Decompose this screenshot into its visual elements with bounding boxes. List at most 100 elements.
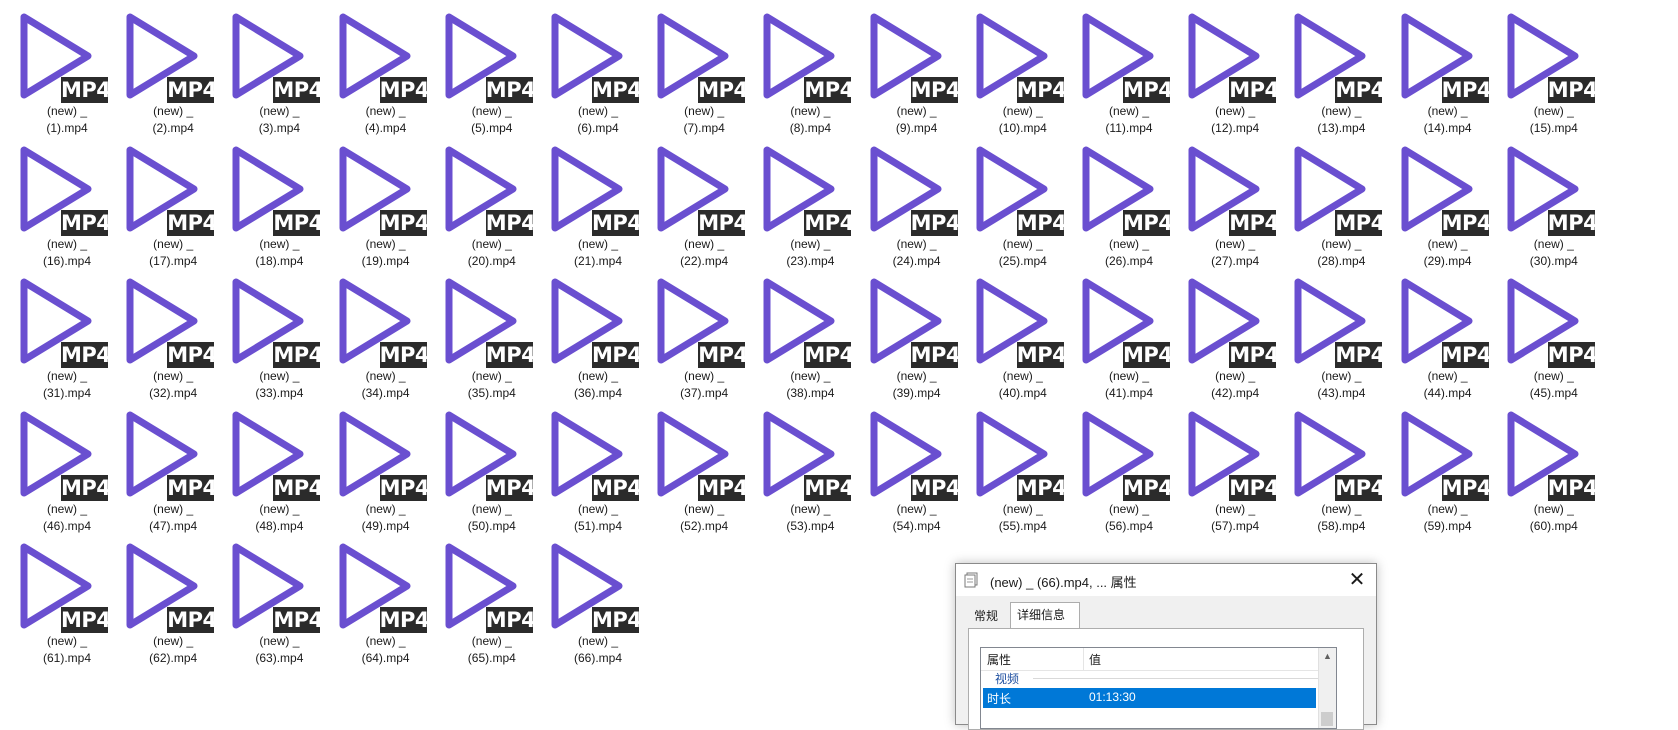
file-item[interactable]: MP4 (new) _ (33).mp4 — [212, 265, 323, 400]
mp4-video-icon: MP4 — [18, 407, 111, 501]
scroll-up-arrow-icon[interactable]: ▲ — [1319, 648, 1336, 665]
file-item[interactable]: MP4 (new) _ (46).mp4 — [0, 398, 111, 533]
file-item[interactable]: MP4 (new) _ (51).mp4 — [531, 398, 642, 533]
file-item[interactable]: MP4 (new) _ (7).mp4 — [637, 0, 748, 135]
file-item[interactable]: MP4 (new) _ (41).mp4 — [1062, 265, 1173, 400]
mp4-video-icon: MP4 — [337, 539, 430, 633]
file-item[interactable]: MP4 (new) _ (32).mp4 — [106, 265, 217, 400]
file-item[interactable]: MP4 (new) _ (57).mp4 — [1168, 398, 1279, 533]
mp4-video-icon: MP4 — [18, 539, 111, 633]
mp4-badge: MP4 — [804, 209, 854, 236]
file-item[interactable]: MP4 (new) _ (3).mp4 — [212, 0, 323, 135]
mp4-badge: MP4 — [1123, 209, 1173, 236]
mp4-badge: MP4 — [1229, 77, 1279, 103]
column-divider[interactable] — [1083, 648, 1084, 670]
file-item[interactable]: MP4 (new) _ (29).mp4 — [1381, 133, 1492, 268]
vertical-scrollbar[interactable]: ▲ — [1318, 648, 1336, 728]
file-item[interactable]: MP4 (new) _ (11).mp4 — [1062, 0, 1173, 135]
file-item[interactable]: MP4 (new) _ (66).mp4 — [531, 530, 642, 665]
mp4-video-icon: MP4 — [124, 539, 217, 633]
mp4-badge: MP4 — [167, 474, 217, 501]
file-item[interactable]: MP4 (new) _ (44).mp4 — [1381, 265, 1492, 400]
file-item[interactable]: MP4 (new) _ (14).mp4 — [1381, 0, 1492, 135]
file-item[interactable]: MP4 (new) _ (56).mp4 — [1062, 398, 1173, 533]
file-item[interactable]: MP4 (new) _ (48).mp4 — [212, 398, 323, 533]
mp4-badge: MP4 — [379, 342, 430, 368]
file-item[interactable]: MP4 (new) _ (21).mp4 — [531, 133, 642, 268]
close-button[interactable]: ✕ — [1342, 566, 1372, 594]
file-item[interactable]: MP4 (new) _ (16).mp4 — [0, 133, 111, 268]
column-header-property[interactable]: 属性 — [987, 651, 1011, 668]
mp4-badge: MP4 — [1123, 77, 1173, 103]
file-item[interactable]: MP4 (new) _ (22).mp4 — [637, 133, 748, 268]
file-item[interactable]: MP4 (new) _ (55).mp4 — [956, 398, 1067, 533]
file-name-line2: (66).mp4 — [573, 651, 623, 665]
file-item[interactable]: MP4 (new) _ (36).mp4 — [531, 265, 642, 400]
file-item[interactable]: MP4 (new) _ (18).mp4 — [212, 133, 323, 268]
file-item[interactable]: MP4 (new) _ (61).mp4 — [0, 530, 111, 665]
file-item[interactable]: MP4 (new) _ (53).mp4 — [743, 398, 854, 533]
file-item[interactable]: MP4 (new) _ (26).mp4 — [1062, 133, 1173, 268]
file-item[interactable]: MP4 (new) _ (30).mp4 — [1487, 133, 1598, 268]
mp4-badge: MP4 — [910, 342, 961, 368]
file-item[interactable]: MP4 (new) _ (64).mp4 — [319, 530, 430, 665]
file-item[interactable]: MP4 (new) _ (37).mp4 — [637, 265, 748, 400]
file-item[interactable]: MP4 (new) _ (60).mp4 — [1487, 398, 1598, 533]
tab-general[interactable]: 常规 — [968, 604, 1010, 628]
file-item[interactable]: MP4 (new) _ (49).mp4 — [319, 398, 430, 533]
file-item[interactable]: MP4 (new) _ (65).mp4 — [425, 530, 536, 665]
file-item[interactable]: MP4 (new) _ (2).mp4 — [106, 0, 217, 135]
file-item[interactable]: MP4 (new) _ (63).mp4 — [212, 530, 323, 665]
file-item[interactable]: MP4 (new) _ (31).mp4 — [0, 265, 111, 400]
file-item[interactable]: MP4 (new) _ (47).mp4 — [106, 398, 217, 533]
file-item[interactable]: MP4 (new) _ (5).mp4 — [425, 0, 536, 135]
file-item[interactable]: MP4 (new) _ (45).mp4 — [1487, 265, 1598, 400]
file-item[interactable]: MP4 (new) _ (43).mp4 — [1274, 265, 1385, 400]
file-name-line2: (60).mp4 — [1529, 518, 1578, 533]
file-item[interactable]: MP4 (new) _ (23).mp4 — [743, 133, 854, 268]
file-item[interactable]: MP4 (new) _ (38).mp4 — [743, 265, 854, 400]
file-item[interactable]: MP4 (new) _ (25).mp4 — [956, 133, 1067, 268]
file-item[interactable]: MP4 (new) _ (27).mp4 — [1168, 133, 1279, 268]
file-item[interactable]: MP4 (new) _ (8).mp4 — [743, 0, 854, 135]
properties-dialog[interactable]: (new) _ (66).mp4, ... 属性 ✕ 常规 详细信息 属性 值 … — [955, 563, 1377, 730]
mp4-video-icon: MP4 — [337, 407, 430, 501]
tab-details[interactable]: 详细信息 — [1010, 602, 1080, 629]
file-item[interactable]: MP4 (new) _ (24).mp4 — [850, 133, 961, 268]
file-item[interactable]: MP4 (new) _ (19).mp4 — [319, 133, 430, 268]
file-item[interactable]: MP4 (new) _ (35).mp4 — [425, 265, 536, 400]
file-item[interactable]: MP4 (new) _ (54).mp4 — [850, 398, 961, 533]
file-item[interactable]: MP4 (new) _ (13).mp4 — [1274, 0, 1385, 135]
file-item[interactable]: MP4 (new) _ (17).mp4 — [106, 133, 217, 268]
mp4-video-icon: MP4 — [1505, 9, 1598, 103]
scroll-thumb[interactable] — [1321, 712, 1333, 726]
file-item[interactable]: MP4 (new) _ (39).mp4 — [850, 265, 961, 400]
file-item[interactable]: MP4 (new) _ (12).mp4 — [1168, 0, 1279, 135]
file-item[interactable]: MP4 (new) _ (9).mp4 — [850, 0, 961, 135]
mp4-badge: MP4 — [1335, 77, 1385, 103]
mp4-badge: MP4 — [1016, 77, 1067, 103]
mp4-video-icon: MP4 — [1080, 142, 1173, 236]
file-item[interactable]: MP4 (new) _ (10).mp4 — [956, 0, 1067, 135]
mp4-badge: MP4 — [1441, 209, 1492, 236]
column-header-value[interactable]: 值 — [1089, 651, 1101, 668]
file-item[interactable]: MP4 (new) _ (40).mp4 — [956, 265, 1067, 400]
file-item[interactable]: MP4 (new) _ (42).mp4 — [1168, 265, 1279, 400]
file-item[interactable]: MP4 (new) _ (6).mp4 — [531, 0, 642, 135]
file-item[interactable]: MP4 (new) _ (1).mp4 — [0, 0, 111, 135]
file-item[interactable]: MP4 (new) _ (52).mp4 — [637, 398, 748, 533]
file-item[interactable]: MP4 (new) _ (15).mp4 — [1487, 0, 1598, 135]
file-item[interactable]: MP4 (new) _ (28).mp4 — [1274, 133, 1385, 268]
mp4-video-icon: MP4 — [124, 142, 217, 236]
property-row-duration[interactable]: 时长 01:13:30 — [983, 688, 1316, 708]
dialog-titlebar[interactable]: (new) _ (66).mp4, ... 属性 ✕ — [956, 564, 1376, 596]
file-item[interactable]: MP4 (new) _ (59).mp4 — [1381, 398, 1492, 533]
file-item[interactable]: MP4 (new) _ (50).mp4 — [425, 398, 536, 533]
file-item[interactable]: MP4 (new) _ (34).mp4 — [319, 265, 430, 400]
mp4-badge: MP4 — [592, 474, 642, 501]
file-item[interactable]: MP4 (new) _ (4).mp4 — [319, 0, 430, 135]
file-item[interactable]: MP4 (new) _ (62).mp4 — [106, 530, 217, 665]
mp4-badge: MP4 — [167, 209, 217, 236]
file-item[interactable]: MP4 (new) _ (20).mp4 — [425, 133, 536, 268]
file-item[interactable]: MP4 (new) _ (58).mp4 — [1274, 398, 1385, 533]
